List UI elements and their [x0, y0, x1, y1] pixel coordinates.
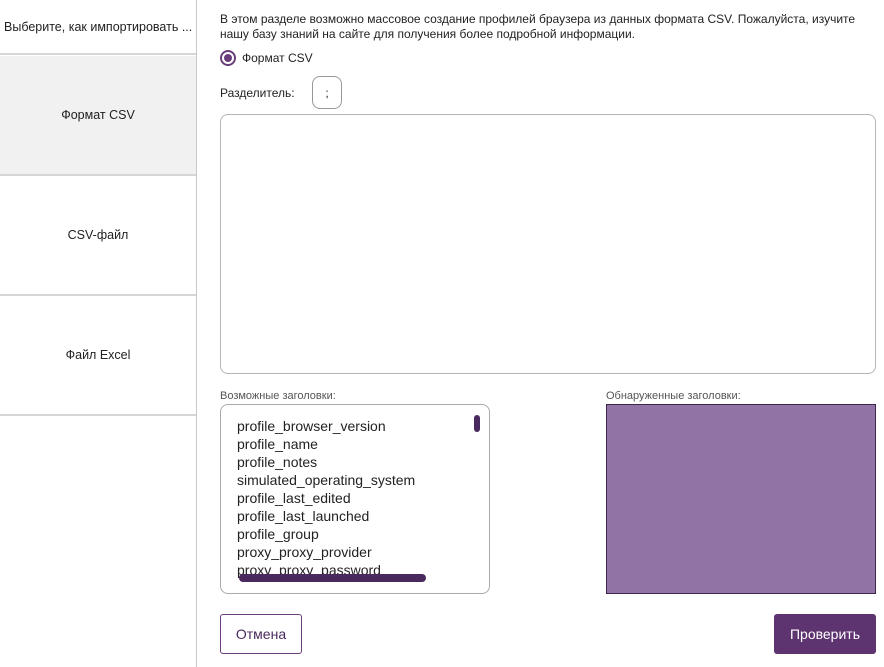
sidebar-item-label: Файл Excel	[65, 348, 131, 362]
sidebar-item-excel-file[interactable]: Файл Excel	[0, 296, 196, 416]
horizontal-scrollbar[interactable]	[239, 574, 426, 582]
csv-data-input[interactable]	[220, 114, 876, 374]
import-sidebar: Выберите, как импортировать ... Формат C…	[0, 0, 197, 667]
detected-headers-area	[606, 404, 876, 594]
sidebar-item-label: Формат CSV	[61, 108, 135, 122]
intro-text: В этом разделе возможно массовое создани…	[220, 12, 856, 41]
list-item: proxy_proxy_provider	[237, 544, 372, 560]
list-item: simulated_operating_system	[237, 472, 416, 488]
possible-headers-list[interactable]: profile_browser_version profile_name pro…	[220, 404, 490, 594]
separator-label: Разделитель:	[220, 86, 295, 100]
list-item: profile_group	[237, 526, 319, 542]
sidebar-header: Выберите, как импортировать ...	[0, 0, 196, 55]
radio-label: Формат CSV	[242, 51, 313, 65]
check-button[interactable]: Проверить	[774, 614, 876, 654]
cancel-button[interactable]: Отмена	[220, 614, 302, 654]
radio-selected-icon[interactable]	[220, 50, 236, 66]
list-item: profile_browser_version	[237, 418, 386, 434]
detected-headers-label: Обнаруженные заголовки:	[606, 390, 741, 402]
vertical-scrollbar[interactable]	[474, 415, 480, 432]
sidebar-item-csv-format[interactable]: Формат CSV	[0, 56, 196, 176]
list-item: profile_name	[237, 436, 318, 452]
list-item: profile_last_edited	[237, 490, 351, 506]
sidebar-item-label: CSV-файл	[67, 228, 129, 242]
separator-input[interactable]	[312, 76, 342, 109]
sidebar-item-csv-file[interactable]: CSV-файл	[0, 176, 196, 296]
list-item: profile_notes	[237, 454, 318, 470]
possible-headers-label: Возможные заголовки:	[220, 390, 336, 402]
csv-format-radio[interactable]: Формат CSV	[220, 50, 313, 66]
list-item: profile_last_launched	[237, 508, 370, 524]
